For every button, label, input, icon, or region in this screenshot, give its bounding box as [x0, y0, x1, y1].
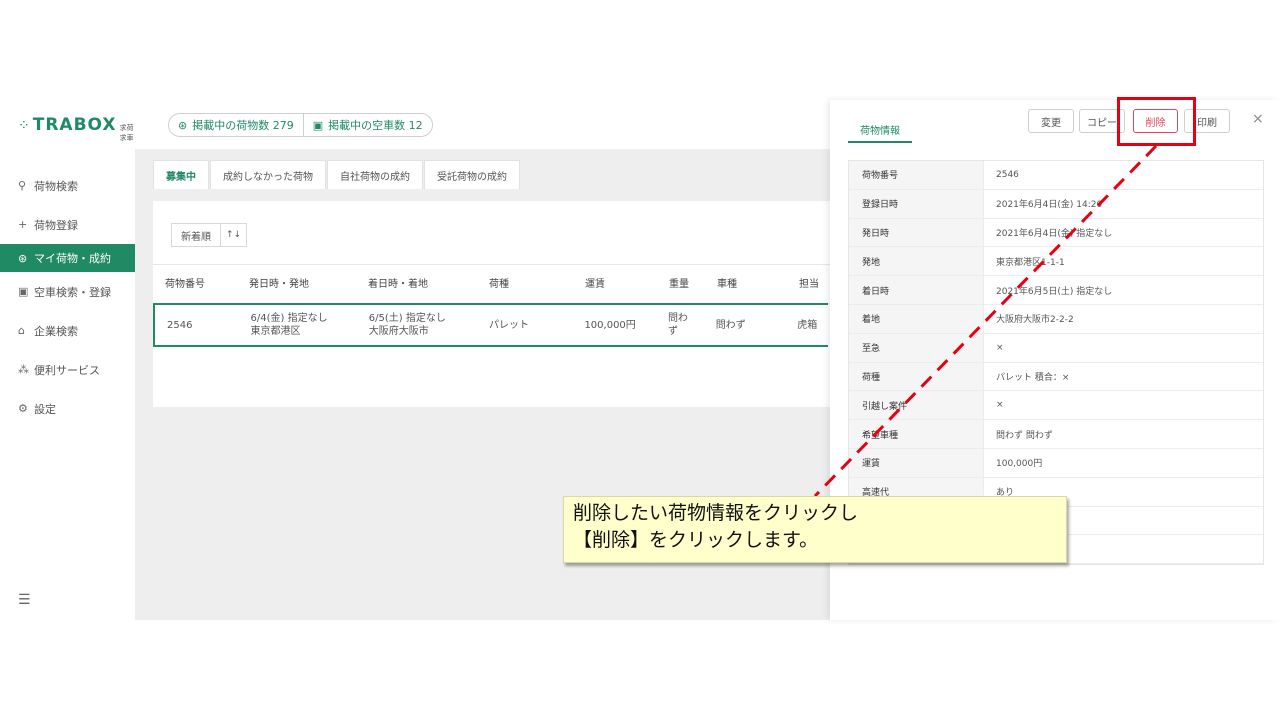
instruction-callout: 削除したい荷物情報をクリックし 【削除】をクリックします。	[563, 496, 1067, 563]
annotation-arrow	[813, 144, 1158, 498]
callout-line: 削除したい荷物情報をクリックし	[573, 502, 859, 524]
callout-line: 【削除】をクリックします。	[573, 529, 819, 551]
delete-highlight-box	[1117, 97, 1196, 146]
dashed-pointer-line	[813, 144, 1158, 498]
